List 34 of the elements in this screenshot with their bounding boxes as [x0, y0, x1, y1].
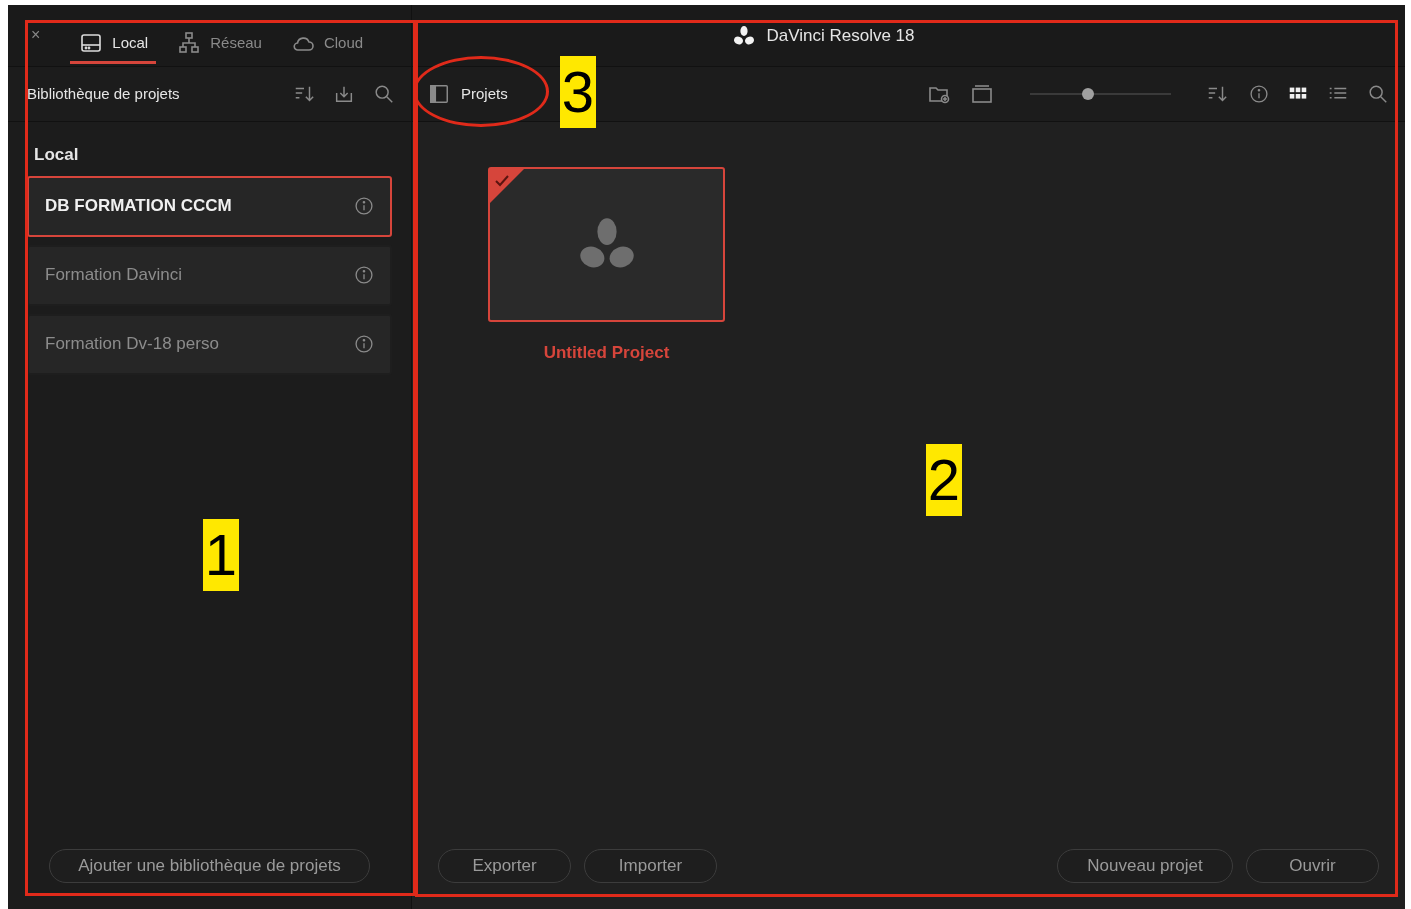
- search-icon[interactable]: [373, 83, 395, 105]
- project-thumbnail[interactable]: [488, 167, 725, 322]
- annotation-number: 2: [926, 444, 962, 516]
- search-icon[interactable]: [1367, 83, 1389, 105]
- window-title: DaVinci Resolve 18: [766, 24, 915, 47]
- annotation-number: 3: [560, 56, 596, 128]
- annotation-number: 1: [203, 519, 239, 591]
- close-button[interactable]: ×: [31, 26, 41, 44]
- stack-icon[interactable]: [970, 82, 994, 106]
- library-item[interactable]: DB FORMATION CCCM: [27, 175, 392, 237]
- footer-button[interactable]: Exporter: [438, 849, 571, 883]
- check-corner-icon: [490, 169, 524, 203]
- info-icon[interactable]: [1249, 84, 1269, 104]
- zoom-slider[interactable]: [1030, 88, 1171, 100]
- add-library-button[interactable]: Ajouter une bibliothèque de projets: [49, 849, 370, 883]
- projects-title: Projets: [461, 83, 508, 104]
- footer-button[interactable]: Ouvrir: [1246, 849, 1379, 883]
- tab[interactable]: Local: [70, 28, 157, 66]
- library-name: DB FORMATION CCCM: [45, 195, 232, 218]
- library-title: Bibliothèque de projets: [27, 83, 181, 104]
- project-name: Untitled Project: [543, 342, 670, 364]
- library-item[interactable]: Formation Dv-18 perso: [27, 313, 392, 375]
- library-name: Formation Dv-18 perso: [45, 333, 219, 356]
- tab[interactable]: Réseau: [168, 28, 270, 66]
- tab[interactable]: Cloud: [281, 28, 372, 66]
- library-item[interactable]: Formation Davinci: [27, 244, 392, 306]
- footer-button[interactable]: Importer: [584, 849, 717, 883]
- library-name: Formation Davinci: [45, 264, 182, 287]
- section-heading: Local: [34, 144, 79, 166]
- footer-button[interactable]: Nouveau projet: [1057, 849, 1233, 883]
- info-icon[interactable]: [354, 265, 374, 285]
- info-icon[interactable]: [354, 196, 374, 216]
- sidebar-toggle-icon[interactable]: [428, 83, 450, 105]
- info-icon[interactable]: [354, 334, 374, 354]
